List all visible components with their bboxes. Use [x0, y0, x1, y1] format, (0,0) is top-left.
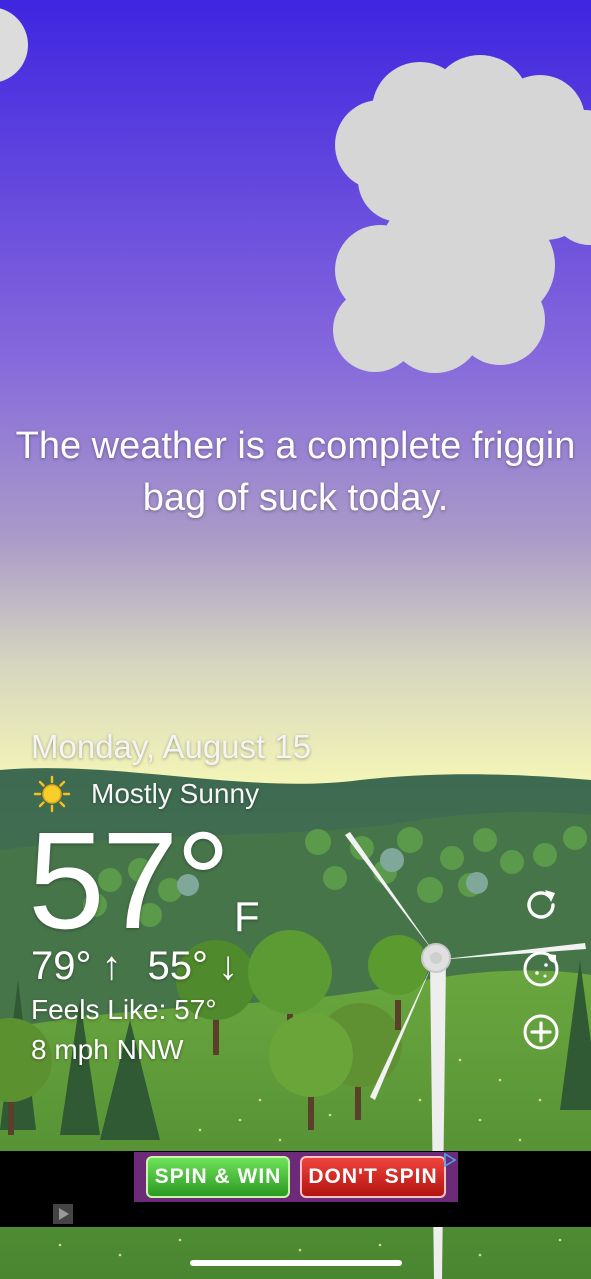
dont-spin-button[interactable]: DON'T SPIN	[300, 1156, 446, 1198]
spin-and-win-button[interactable]: SPIN & WIN	[146, 1156, 290, 1198]
banner-ad[interactable]: SPIN & WIN DON'T SPIN	[134, 1152, 458, 1202]
add-icon	[523, 1014, 559, 1050]
high-low: 79° ↑ 55° ↓	[31, 944, 238, 989]
weather-scene	[0, 0, 591, 1279]
low-temperature: 55°	[147, 944, 209, 988]
add-location-button[interactable]	[520, 1011, 562, 1053]
weather-tagline: The weather is a complete friggin bag of…	[15, 425, 576, 519]
temperature-unit: F	[234, 893, 260, 940]
play-icon[interactable]	[53, 1204, 73, 1224]
feels-like: Feels Like: 57°	[31, 994, 217, 1025]
refresh-button[interactable]	[520, 884, 562, 926]
current-temperature: 57°	[28, 804, 231, 958]
high-temperature: 79°	[31, 944, 92, 988]
refresh-icon	[527, 890, 555, 919]
date-label: Monday, August 15	[31, 728, 312, 765]
wind-info: 8 mph NNW	[31, 1034, 184, 1065]
adchoices-icon[interactable]	[443, 1153, 457, 1167]
arrow-down-icon: ↓	[218, 944, 238, 988]
cookie-icon	[523, 951, 559, 987]
arrow-up-icon: ↑	[101, 944, 122, 988]
home-indicator[interactable]	[190, 1260, 402, 1266]
cookie-button[interactable]	[520, 948, 562, 990]
